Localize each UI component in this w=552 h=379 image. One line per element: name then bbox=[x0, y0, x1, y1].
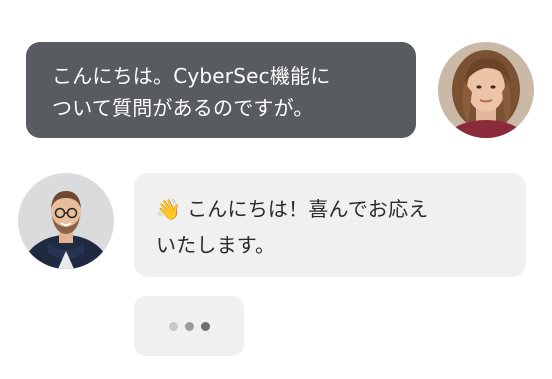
agent-message-bubble: 👋 こんにちは！喜んでお応え いたします。 bbox=[134, 173, 526, 277]
typing-dot bbox=[200, 321, 210, 331]
agent-avatar bbox=[18, 173, 114, 269]
typing-indicator bbox=[134, 296, 244, 356]
user-avatar bbox=[438, 42, 534, 138]
typing-dot bbox=[168, 321, 178, 331]
agent-message-text-1: こんにちは！喜んでお応え bbox=[187, 197, 429, 221]
waving-hand-icon: 👋 bbox=[156, 197, 182, 221]
agent-message-text-2: いたします。 bbox=[156, 233, 276, 257]
typing-dot bbox=[184, 321, 194, 331]
agent-message-line-1: 👋 こんにちは！喜んでお応え bbox=[156, 191, 506, 227]
chat-thread: こんにちは。CyberSec機能に ついて質問があるのですが。 👋 こんにちは！… bbox=[0, 0, 552, 379]
user-message-bubble: こんにちは。CyberSec機能に ついて質問があるのですが。 bbox=[26, 42, 416, 138]
